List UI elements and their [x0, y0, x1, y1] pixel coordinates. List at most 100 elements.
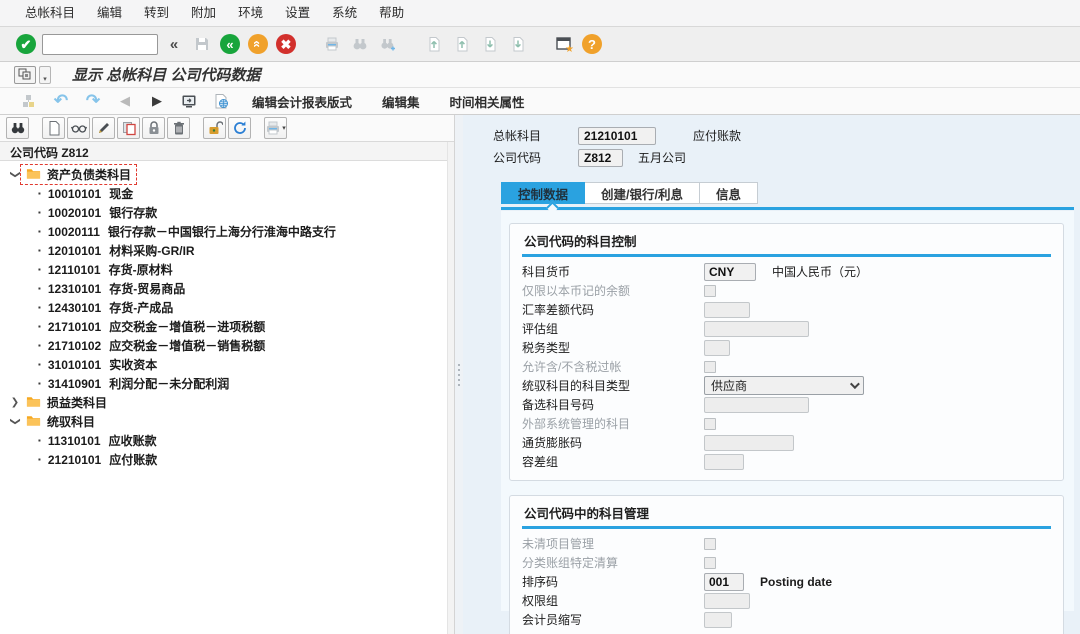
panel-splitter[interactable] [455, 115, 463, 634]
new-session-icon[interactable]: ★ [552, 32, 576, 56]
tree-item[interactable]: ▪10010101现金 [0, 184, 447, 203]
input-field[interactable]: CNY [704, 263, 756, 281]
find-icon[interactable] [348, 32, 372, 56]
tree-folder-1[interactable]: ❯资产负债类科目 [0, 165, 447, 184]
tree-item[interactable]: ▪12310101存货-贸易商品 [0, 279, 447, 298]
services-for-object-icon[interactable] [14, 66, 36, 84]
help-icon[interactable]: ? [580, 32, 604, 56]
menu-item-7[interactable]: 系统 [321, 0, 368, 26]
field-row: 权限组 [522, 591, 1051, 610]
last-page-icon[interactable] [506, 32, 530, 56]
account-name: 材料采购-GR/IR [109, 242, 194, 259]
field-row: 排序码001Posting date [522, 572, 1051, 591]
menu-item-3[interactable]: 转到 [133, 0, 180, 26]
field-label: 权限组 [522, 592, 704, 609]
group-title: 公司代码的科目控制 [522, 229, 1051, 257]
menu-item-5[interactable]: 环境 [227, 0, 274, 26]
display-icon[interactable] [67, 117, 90, 139]
tree-area: 公司代码 Z812 ❯资产负债类科目▪10010101现金▪10020101银行… [0, 142, 447, 634]
input-field[interactable] [704, 612, 732, 628]
input-field[interactable] [704, 321, 809, 337]
undo-icon[interactable]: ↶ [48, 90, 74, 112]
tree-item[interactable]: ▪12010101材料采购-GR/IR [0, 241, 447, 260]
chevron-down-icon[interactable]: ❯ [10, 415, 21, 429]
refresh-icon[interactable] [228, 117, 251, 139]
tree-scrollbar[interactable] [447, 142, 454, 634]
back-icon[interactable]: « [218, 32, 242, 56]
cancel-icon[interactable]: ✖ [274, 32, 298, 56]
edit-icon[interactable] [92, 117, 115, 139]
next-object-icon[interactable]: ▶ [144, 90, 170, 112]
tree-item[interactable]: ▪12430101存货-产成品 [0, 298, 447, 317]
input-field[interactable] [704, 593, 750, 609]
tree-item[interactable]: ▪10020111银行存款－中国银行上海分行淮海中路支行 [0, 222, 447, 241]
menu-item-2[interactable]: 编辑 [86, 0, 133, 26]
dropdown-field[interactable]: 供应商 [704, 376, 864, 395]
account-name: 应交税金－增值税－进项税额 [109, 318, 265, 335]
collapse-icon[interactable]: « [162, 32, 186, 56]
exit-icon[interactable]: « [246, 32, 270, 56]
tree-item[interactable]: ▪10020101银行存款 [0, 203, 447, 222]
field-label: 仅限以本币记的余额 [522, 282, 704, 299]
previous-object-icon[interactable]: ◀ [112, 90, 138, 112]
save-icon[interactable] [190, 32, 214, 56]
tree-item[interactable]: ▪12110101存货-原材料 [0, 260, 447, 279]
input-field[interactable] [704, 397, 809, 413]
first-page-icon[interactable] [422, 32, 446, 56]
create-icon[interactable] [42, 117, 65, 139]
chevron-down-icon[interactable]: ❯ [10, 168, 21, 182]
input-field[interactable] [704, 302, 750, 318]
tab-1[interactable]: 控制数据 [501, 182, 585, 204]
menu-item-8[interactable]: 帮助 [368, 0, 415, 26]
tab-3[interactable]: 信息 [700, 182, 758, 204]
hierarchy-display-icon[interactable] [16, 90, 42, 112]
company-code-row: 公司代码 Z812 五月公司 [493, 147, 1080, 168]
company-code-value[interactable]: Z812 [578, 149, 623, 167]
gl-account-value[interactable]: 21210101 [578, 127, 656, 145]
bullet-icon: ▪ [38, 341, 41, 350]
field-row: 分类账组特定清算 [522, 553, 1051, 572]
general-data-icon[interactable] [208, 90, 234, 112]
input-field[interactable] [704, 454, 744, 470]
dropdown-icon[interactable]: ▾ [39, 66, 51, 84]
tree-item[interactable]: ▪21710102应交税金－增值税－销售税额 [0, 336, 447, 355]
field-row: 汇率差额代码 [522, 300, 1051, 319]
chevron-right-icon[interactable]: ❯ [8, 397, 22, 408]
menu-item-6[interactable]: 设置 [274, 0, 321, 26]
page-down-icon[interactable] [478, 32, 502, 56]
field-label: 允许含/不含税过帐 [522, 358, 704, 375]
input-field[interactable]: 001 [704, 573, 744, 591]
delete-icon[interactable] [167, 117, 190, 139]
tree-folder-2[interactable]: ❯损益类科目 [0, 393, 447, 412]
command-field[interactable] [42, 34, 158, 55]
tree-item[interactable]: ▪21710101应交税金－增值税－进项税额 [0, 317, 447, 336]
page-up-icon[interactable] [450, 32, 474, 56]
tree-item[interactable]: ▪11310101应收账款 [0, 431, 447, 450]
block-icon[interactable] [142, 117, 165, 139]
field-label: 科目货币 [522, 263, 704, 280]
unblock-icon[interactable] [203, 117, 226, 139]
display-change-icon[interactable] [176, 90, 202, 112]
input-field[interactable] [704, 435, 794, 451]
tree-folder-3[interactable]: ❯统驭科目 [0, 412, 447, 431]
menu-item-1[interactable]: 总帐科目 [14, 0, 86, 26]
print-icon[interactable] [320, 32, 344, 56]
tree-item[interactable]: ▪31010101实收资本 [0, 355, 447, 374]
redo-icon[interactable]: ↷ [80, 90, 106, 112]
app-button-2[interactable]: 编辑集 [370, 92, 432, 111]
tree-item[interactable]: ▪21210101应付账款 [0, 450, 447, 469]
app-button-1[interactable]: 编辑会计报表版式 [240, 92, 364, 111]
print-tree-icon[interactable]: ▾ [264, 117, 287, 139]
tab-2[interactable]: 创建/银行/利息 [585, 182, 700, 204]
find-account-icon[interactable] [6, 117, 29, 139]
input-field[interactable] [704, 340, 730, 356]
tree-item[interactable]: ▪31410901利润分配－未分配利润 [0, 374, 447, 393]
account-code: 10020101 [48, 206, 101, 220]
app-button-3[interactable]: 时间相关属性 [438, 92, 537, 111]
account-code: 12010101 [48, 244, 101, 258]
menu-item-4[interactable]: 附加 [180, 0, 227, 26]
enter-icon[interactable]: ✔ [14, 32, 38, 56]
find-next-icon[interactable] [376, 32, 400, 56]
title-bar: ▾ 显示 总帐科目 公司代码数据 [0, 62, 1080, 88]
copy-icon[interactable] [117, 117, 140, 139]
